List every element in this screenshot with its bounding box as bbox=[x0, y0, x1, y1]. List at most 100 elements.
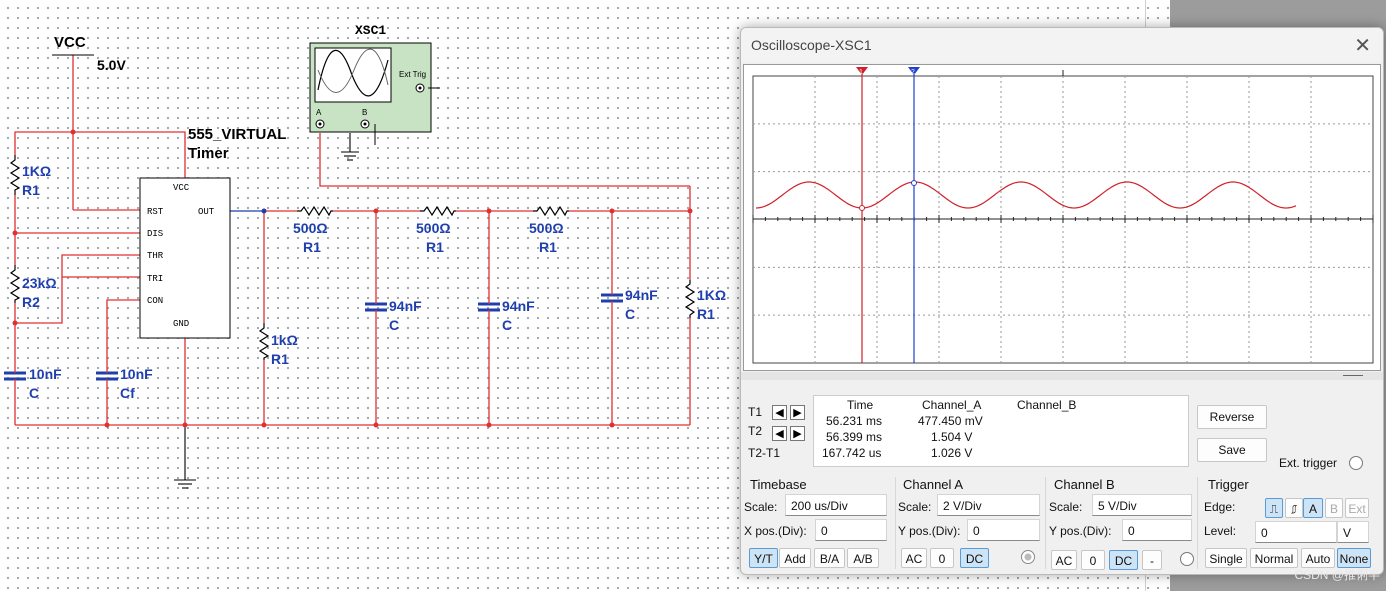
mode-add-button[interactable]: Add bbox=[779, 548, 811, 568]
trigger-none-button[interactable]: None bbox=[1337, 548, 1371, 568]
timebase-scale-label: Scale: bbox=[744, 500, 778, 514]
mode-yt-button[interactable]: Y/T bbox=[749, 548, 778, 568]
channel-a-radio[interactable] bbox=[1021, 550, 1035, 564]
pin-vcc: VCC bbox=[173, 183, 190, 193]
trigger-single-button[interactable]: Single bbox=[1205, 548, 1247, 568]
channel-a-scale-field[interactable]: 2 V/Div bbox=[937, 494, 1040, 516]
trigger-level-field[interactable]: 0 bbox=[1255, 521, 1337, 543]
cursor-2-label: 2 bbox=[911, 69, 915, 76]
reverse-button[interactable]: Reverse bbox=[1197, 405, 1267, 429]
channel-b-radio[interactable] bbox=[1180, 552, 1194, 566]
part-ref: C bbox=[625, 306, 635, 322]
part-value: 10nF bbox=[120, 366, 153, 382]
cursor-1-marker bbox=[859, 205, 865, 211]
channel-b-ac-button[interactable]: AC bbox=[1051, 550, 1077, 570]
part-ref: C bbox=[29, 385, 39, 401]
channel-a-scale-label: Scale: bbox=[898, 500, 932, 514]
part-value: 94nF bbox=[625, 287, 658, 303]
t2-time: 56.399 ms bbox=[826, 430, 883, 444]
timebase-xpos-label: X pos.(Div): bbox=[744, 524, 807, 538]
scope-display[interactable]: 1 2 bbox=[743, 64, 1381, 371]
pin-gnd: GND bbox=[173, 319, 189, 329]
t1-channel-a: 477.450 mV bbox=[918, 414, 983, 428]
part-ref: R1 bbox=[539, 239, 557, 255]
timebase-title: Timebase bbox=[750, 477, 807, 492]
trigger-level-unit[interactable]: V bbox=[1337, 521, 1369, 543]
t2-right-arrow-icon[interactable]: ▶ bbox=[790, 426, 805, 441]
part-value: 1KΩ bbox=[697, 287, 726, 303]
part-ref: R1 bbox=[426, 239, 444, 255]
channel-b-dc-button[interactable]: DC bbox=[1109, 550, 1138, 570]
dt-channel-a: 1.026 V bbox=[931, 446, 973, 460]
timer-sublabel: Timer bbox=[188, 145, 229, 162]
title-bar[interactable]: Oscilloscope-XSC1 ✕ bbox=[741, 28, 1383, 62]
channel-b-scale-label: Scale: bbox=[1049, 500, 1083, 514]
ext-trigger-label: Ext. trigger bbox=[1279, 456, 1338, 470]
pin-con: CON bbox=[147, 296, 163, 306]
channel-b-ypos-label: Y pos.(Div): bbox=[1049, 524, 1112, 538]
vcc-value: 5.0V bbox=[97, 57, 126, 73]
save-button[interactable]: Save bbox=[1197, 438, 1267, 462]
junction-dots bbox=[12, 129, 693, 428]
part-value: 1KΩ bbox=[22, 163, 51, 179]
part-ref: R1 bbox=[303, 239, 321, 255]
part-value: 500Ω bbox=[293, 220, 328, 236]
trigger-edge-label: Edge: bbox=[1204, 500, 1236, 514]
channel-b-zero-button[interactable]: 0 bbox=[1081, 550, 1105, 570]
channel-a-ac-button[interactable]: AC bbox=[901, 548, 927, 568]
trigger-auto-button[interactable]: Auto bbox=[1301, 548, 1335, 568]
trigger-source-ext-button[interactable]: Ext bbox=[1345, 498, 1369, 518]
channel-b-ypos-field[interactable]: 0 bbox=[1122, 519, 1192, 541]
pin-out: OUT bbox=[198, 207, 215, 217]
panel-splitter[interactable] bbox=[741, 372, 1383, 380]
channel-a-zero-button[interactable]: 0 bbox=[930, 548, 954, 568]
rising-edge-icon[interactable]: ⎍ bbox=[1265, 498, 1283, 518]
t1-right-arrow-icon[interactable]: ▶ bbox=[790, 405, 805, 420]
part-ref: R1 bbox=[697, 306, 715, 322]
part-value: 94nF bbox=[502, 298, 535, 314]
col-time: Time bbox=[847, 398, 874, 412]
part-ref: C bbox=[389, 317, 399, 333]
channel-a-ypos-field[interactable]: 0 bbox=[967, 519, 1040, 541]
timebase-xpos-field[interactable]: 0 bbox=[815, 519, 887, 541]
junction-dot-out bbox=[261, 208, 267, 214]
scope-symbol[interactable] bbox=[309, 42, 440, 145]
timebase-scale-field[interactable]: 200 us/Div bbox=[785, 494, 887, 516]
part-value: 23kΩ bbox=[22, 275, 57, 291]
t2-t1-label: T2-T1 bbox=[748, 446, 781, 460]
part-value: 10nF bbox=[29, 366, 62, 382]
channel-b-scale-field[interactable]: 5 V/Div bbox=[1092, 494, 1192, 516]
part-ref: R1 bbox=[22, 182, 40, 198]
part-labels: 1KΩ R1 23kΩ R2 10nF C 10nF Cf 1kΩ R1 500… bbox=[22, 163, 726, 401]
ext-trigger-radio[interactable] bbox=[1349, 456, 1363, 470]
oscilloscope-window[interactable]: Oscilloscope-XSC1 ✕ 1 2 T1 T2 T2-T1 ◀ ▶ … bbox=[740, 27, 1384, 575]
part-ref: R2 bbox=[22, 294, 40, 310]
dt-time: 167.742 us bbox=[822, 446, 882, 460]
group-separator bbox=[895, 477, 896, 569]
trigger-title: Trigger bbox=[1208, 477, 1249, 492]
scope-svg: 1 2 bbox=[752, 67, 1374, 364]
scope-name: XSC1 bbox=[355, 23, 386, 38]
part-value: 500Ω bbox=[529, 220, 564, 236]
trigger-source-a-button[interactable]: A bbox=[1303, 498, 1323, 518]
t2-left-arrow-icon[interactable]: ◀ bbox=[772, 426, 787, 441]
col-channel-a: Channel_A bbox=[922, 398, 982, 412]
mode-ba-button[interactable]: B/A bbox=[814, 548, 845, 568]
cursor-1-label: 1 bbox=[859, 69, 863, 76]
channel-b-title: Channel B bbox=[1054, 477, 1115, 492]
close-icon[interactable]: ✕ bbox=[1354, 33, 1371, 58]
scope-pin-a: A bbox=[316, 108, 322, 117]
col-channel-b: Channel_B bbox=[1017, 398, 1077, 412]
falling-edge-icon[interactable]: ⎎ bbox=[1285, 498, 1303, 518]
channel-b-invert-button[interactable]: - bbox=[1142, 550, 1162, 570]
pin-tri: TRI bbox=[147, 274, 163, 284]
part-ref: C bbox=[502, 317, 512, 333]
channel-a-dc-button[interactable]: DC bbox=[960, 548, 989, 568]
channel-a-ypos-label: Y pos.(Div): bbox=[898, 524, 961, 538]
t1-left-arrow-icon[interactable]: ◀ bbox=[772, 405, 787, 420]
part-value: 94nF bbox=[389, 298, 422, 314]
measurement-table: Time Channel_A Channel_B 56.231 ms 477.4… bbox=[813, 395, 1189, 467]
trigger-source-b-button[interactable]: B bbox=[1325, 498, 1343, 518]
trigger-normal-button[interactable]: Normal bbox=[1250, 548, 1298, 568]
mode-ab-button[interactable]: A/B bbox=[847, 548, 879, 568]
